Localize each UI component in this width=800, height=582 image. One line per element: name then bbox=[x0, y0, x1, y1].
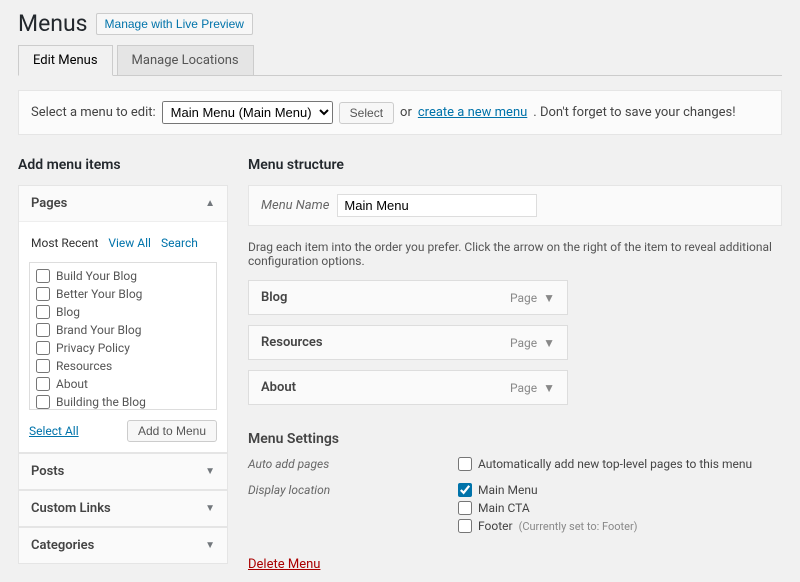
metabox-posts-toggle[interactable]: Posts ▼ bbox=[19, 454, 227, 489]
location-label: Main CTA bbox=[478, 501, 530, 515]
location-label: Footer bbox=[478, 519, 513, 533]
metabox-categories-title: Categories bbox=[31, 538, 94, 553]
menu-select[interactable]: Main Menu (Main Menu) bbox=[162, 101, 333, 124]
caret-down-icon[interactable]: ▼ bbox=[543, 381, 555, 395]
subtab-most-recent[interactable]: Most Recent bbox=[31, 236, 98, 250]
page-item[interactable]: About bbox=[36, 375, 210, 393]
page-checkbox[interactable] bbox=[36, 269, 50, 283]
page-item[interactable]: Better Your Blog bbox=[36, 285, 210, 303]
caret-up-icon: ▲ bbox=[205, 198, 215, 209]
select-label: Select a menu to edit: bbox=[31, 105, 156, 120]
caret-down-icon[interactable]: ▼ bbox=[543, 291, 555, 305]
menu-item-type: Page▼ bbox=[510, 381, 555, 395]
location-label: Main Menu bbox=[478, 483, 538, 497]
page-label: Resources bbox=[56, 359, 112, 373]
menu-name-row: Menu Name bbox=[248, 185, 782, 226]
location-option[interactable]: Main CTA bbox=[458, 501, 638, 515]
location-hint: (Currently set to: Footer) bbox=[519, 520, 638, 533]
menu-item[interactable]: Resources Page▼ bbox=[248, 325, 568, 360]
menu-item-type: Page▼ bbox=[510, 336, 555, 350]
caret-down-icon: ▼ bbox=[205, 503, 215, 514]
menu-item-title: About bbox=[261, 380, 296, 395]
metabox-posts-title: Posts bbox=[31, 464, 64, 479]
caret-down-icon: ▼ bbox=[205, 466, 215, 477]
auto-add-option[interactable]: Automatically add new top-level pages to… bbox=[458, 457, 752, 471]
page-label: Building the Blog bbox=[56, 395, 146, 409]
page-label: Brand Your Blog bbox=[56, 323, 142, 337]
page-checkbox[interactable] bbox=[36, 359, 50, 373]
drag-instructions: Drag each item into the order you prefer… bbox=[248, 240, 782, 268]
location-checkbox[interactable] bbox=[458, 483, 472, 497]
menu-tabs: Edit Menus Manage Locations bbox=[18, 45, 782, 76]
subtab-view-all[interactable]: View All bbox=[108, 236, 151, 250]
page-checkbox[interactable] bbox=[36, 305, 50, 319]
add-to-menu-button[interactable]: Add to Menu bbox=[127, 420, 217, 442]
menu-item[interactable]: About Page▼ bbox=[248, 370, 568, 405]
location-option[interactable]: Main Menu bbox=[458, 483, 638, 497]
delete-menu-link[interactable]: Delete Menu bbox=[248, 557, 320, 572]
create-menu-link[interactable]: create a new menu bbox=[418, 105, 527, 120]
location-checkbox[interactable] bbox=[458, 519, 472, 533]
metabox-pages: Pages ▲ Most Recent View All Search Buil… bbox=[18, 185, 228, 453]
metabox-pages-title: Pages bbox=[31, 196, 67, 211]
page-item[interactable]: Privacy Policy bbox=[36, 339, 210, 357]
page-checkbox[interactable] bbox=[36, 341, 50, 355]
structure-heading: Menu structure bbox=[248, 157, 782, 173]
subtab-search[interactable]: Search bbox=[161, 236, 198, 250]
caret-down-icon[interactable]: ▼ bbox=[543, 336, 555, 350]
metabox-categories: Categories ▼ bbox=[18, 527, 228, 564]
menu-settings-heading: Menu Settings bbox=[248, 431, 782, 447]
page-checkbox[interactable] bbox=[36, 377, 50, 391]
menu-item-title: Blog bbox=[261, 290, 287, 305]
auto-add-label: Auto add pages bbox=[248, 457, 458, 475]
location-checkbox[interactable] bbox=[458, 501, 472, 515]
menu-items-list: Blog Page▼ Resources Page▼ About Page▼ bbox=[248, 280, 782, 405]
live-preview-button[interactable]: Manage with Live Preview bbox=[96, 13, 253, 35]
auto-add-checkbox[interactable] bbox=[458, 457, 472, 471]
metabox-categories-toggle[interactable]: Categories ▼ bbox=[19, 528, 227, 563]
tab-edit-menus[interactable]: Edit Menus bbox=[18, 45, 113, 76]
page-item[interactable]: Blog bbox=[36, 303, 210, 321]
metabox-custom-links-title: Custom Links bbox=[31, 501, 111, 516]
menu-item-type: Page▼ bbox=[510, 291, 555, 305]
add-items-heading: Add menu items bbox=[18, 157, 228, 173]
page-label: Better Your Blog bbox=[56, 287, 142, 301]
or-text: or bbox=[400, 105, 412, 120]
display-location-label: Display location bbox=[248, 483, 458, 537]
select-all-link[interactable]: Select All bbox=[29, 424, 79, 438]
page-checkbox[interactable] bbox=[36, 287, 50, 301]
page-label: About bbox=[56, 377, 88, 391]
page-checkbox[interactable] bbox=[36, 395, 50, 409]
menu-item-title: Resources bbox=[261, 335, 323, 350]
menu-name-input[interactable] bbox=[337, 194, 537, 217]
select-hint: . Don't forget to save your changes! bbox=[533, 105, 735, 120]
menu-item[interactable]: Blog Page▼ bbox=[248, 280, 568, 315]
metabox-custom-links: Custom Links ▼ bbox=[18, 490, 228, 527]
tab-manage-locations[interactable]: Manage Locations bbox=[117, 45, 254, 75]
page-label: Privacy Policy bbox=[56, 341, 130, 355]
caret-down-icon: ▼ bbox=[205, 540, 215, 551]
page-item[interactable]: Brand Your Blog bbox=[36, 321, 210, 339]
page-label: Build Your Blog bbox=[56, 269, 137, 283]
page-item[interactable]: Build Your Blog bbox=[36, 267, 210, 285]
page-label: Blog bbox=[56, 305, 80, 319]
metabox-custom-links-toggle[interactable]: Custom Links ▼ bbox=[19, 491, 227, 526]
metabox-posts: Posts ▼ bbox=[18, 453, 228, 490]
location-option[interactable]: Footer (Currently set to: Footer) bbox=[458, 519, 638, 533]
page-title: Menus bbox=[18, 10, 88, 37]
page-item[interactable]: Building the Blog bbox=[36, 393, 210, 410]
select-button[interactable]: Select bbox=[339, 102, 394, 124]
page-item[interactable]: Resources bbox=[36, 357, 210, 375]
menu-name-label: Menu Name bbox=[261, 198, 329, 213]
pages-list[interactable]: Build Your Blog Better Your Blog Blog Brand… bbox=[29, 262, 217, 410]
menu-select-bar: Select a menu to edit: Main Menu (Main M… bbox=[18, 90, 782, 135]
page-checkbox[interactable] bbox=[36, 323, 50, 337]
metabox-pages-toggle[interactable]: Pages ▲ bbox=[19, 186, 227, 222]
